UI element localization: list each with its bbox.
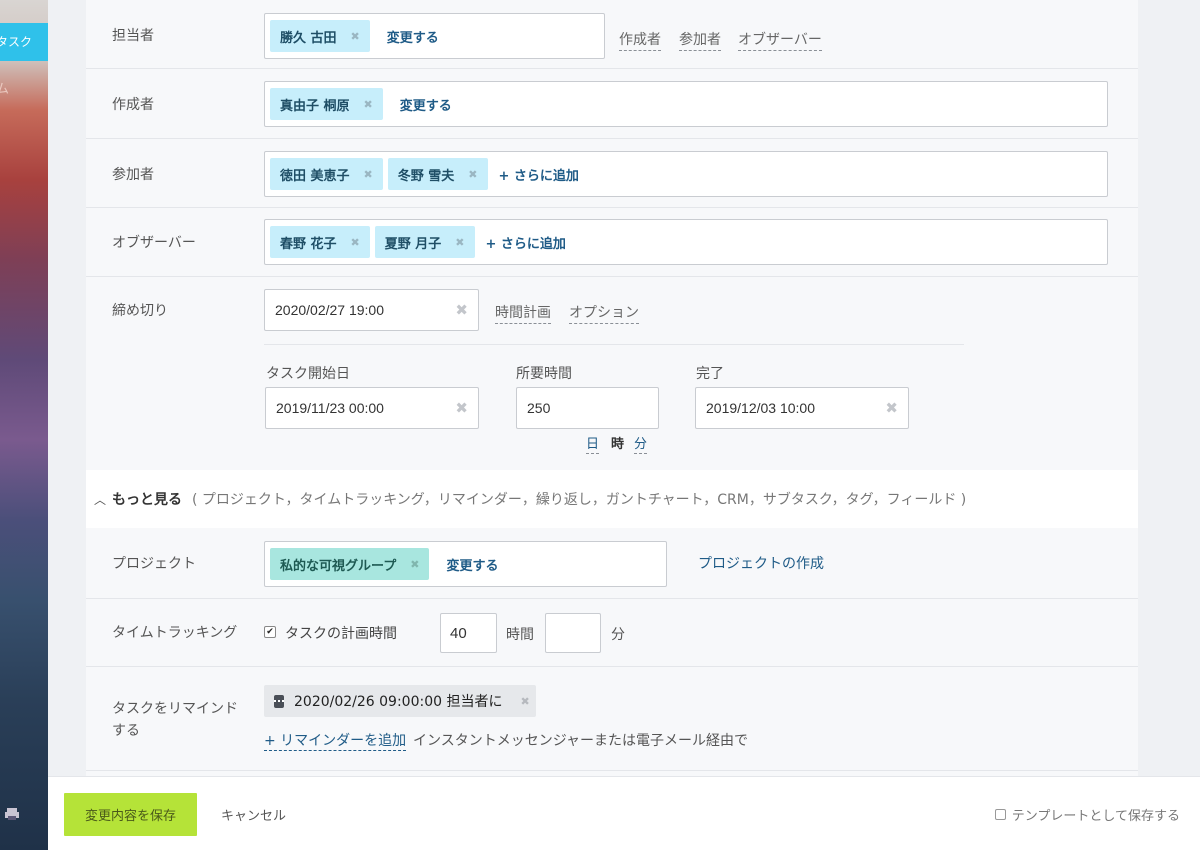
clear-icon[interactable]: ✖	[455, 399, 468, 417]
chevron-up-icon: ︿	[94, 492, 107, 507]
assignee-field[interactable]: 勝久 古田 ✖ 変更する	[264, 13, 605, 59]
divider	[86, 770, 1138, 771]
divider	[86, 207, 1138, 208]
divider	[86, 598, 1138, 599]
assignee-label: 担当者	[112, 28, 154, 44]
deadline-label: 締め切り	[112, 303, 168, 319]
add-observer-link[interactable]: オブザーバー	[738, 29, 822, 51]
printer-icon[interactable]	[4, 806, 20, 822]
form-footer: 変更内容を保存 キャンセル テンプレートとして保存する	[48, 776, 1200, 850]
creator-field[interactable]: 真由子 桐原 ✖ 変更する	[264, 81, 1108, 127]
create-project-link[interactable]: プロジェクトの作成	[698, 553, 824, 573]
sidebar-item-partial[interactable]: ム	[0, 78, 48, 97]
participant-chip[interactable]: 冬野 雪夫 ✖	[387, 158, 488, 190]
reminder-chip[interactable]: 2020/02/26 09:00:00 担当者に ✖	[264, 685, 536, 717]
save-as-template-option[interactable]: テンプレートとして保存する	[994, 805, 1180, 824]
divider	[86, 666, 1138, 667]
sidebar-item-tasks[interactable]: タスク	[0, 23, 48, 61]
change-creator-button[interactable]: 変更する	[388, 95, 464, 114]
deadline-value: 2020/02/27 19:00	[275, 302, 384, 318]
more-toggle[interactable]: ︿ もっと見る ( プロジェクト，タイムトラッキング，リマインダー，繰り返し，ガ…	[86, 470, 1138, 528]
sidebar-item-label: タスク	[0, 35, 33, 49]
hours-value: 40	[450, 624, 467, 642]
end-date-value: 2019/12/03 10:00	[706, 400, 815, 416]
project-field[interactable]: 私的な可視グループ ✖ 変更する	[264, 541, 667, 587]
project-chip[interactable]: 私的な可視グループ ✖	[270, 548, 430, 580]
time-planning-link[interactable]: 時間計画	[495, 302, 551, 324]
add-participant-button[interactable]: + さらに追加	[493, 165, 585, 184]
observer-chip[interactable]: 春野 花子 ✖	[270, 226, 370, 258]
change-assignee-button[interactable]: 変更する	[375, 27, 451, 46]
remove-icon[interactable]: ✖	[351, 30, 360, 43]
project-label: プロジェクト	[112, 556, 196, 572]
minutes-unit: 分	[611, 627, 625, 643]
remove-icon[interactable]: ✖	[364, 168, 373, 181]
task-form-panel: 担当者 勝久 古田 ✖ 変更する 作成者 参加者 オブザーバー 作成者 真由子 桐…	[86, 0, 1138, 780]
unit-minutes[interactable]: 分	[634, 433, 648, 454]
add-reminder-link[interactable]: + リマインダーを追加	[264, 730, 407, 751]
add-observer-button[interactable]: + さらに追加	[480, 233, 572, 252]
observers-label: オブザーバー	[112, 235, 196, 251]
clear-icon[interactable]: ✖	[885, 399, 898, 417]
creator-chip[interactable]: 真由子 桐原 ✖	[270, 88, 383, 120]
clear-icon[interactable]: ✖	[455, 301, 468, 319]
wallpaper-strip	[0, 0, 48, 850]
message-icon	[274, 694, 284, 708]
more-description: ( プロジェクト，タイムトラッキング，リマインダー，繰り返し，ガントチャート，C…	[192, 492, 967, 508]
end-date-label: 完了	[696, 366, 724, 382]
reminder-label: タスクをリマインド する	[112, 698, 238, 742]
remove-icon[interactable]: ✖	[520, 695, 529, 708]
remove-icon[interactable]: ✖	[410, 558, 419, 571]
task-edit-page: 担当者 勝久 古田 ✖ 変更する 作成者 参加者 オブザーバー 作成者 真由子 桐…	[48, 0, 1200, 850]
reminder-label-line: する	[112, 723, 140, 739]
options-link[interactable]: オプション	[569, 302, 639, 324]
change-project-button[interactable]: 変更する	[434, 555, 510, 574]
remove-icon[interactable]: ✖	[468, 168, 477, 181]
reminder-channel-note: インスタントメッセンジャーまたは電子メール経由で	[413, 733, 749, 749]
template-label: テンプレートとして保存する	[1011, 809, 1180, 824]
creator-label: 作成者	[112, 97, 154, 113]
participants-field[interactable]: 徳田 美恵子 ✖ 冬野 雪夫 ✖ + さらに追加	[264, 151, 1108, 197]
time-tracking-label: タイムトラッキング	[112, 625, 238, 641]
participants-label: 参加者	[112, 167, 154, 183]
hours-unit: 時間	[506, 627, 534, 643]
unit-days[interactable]: 日	[586, 433, 600, 454]
start-date-label: タスク開始日	[266, 366, 350, 382]
divider	[86, 138, 1138, 139]
observer-chip[interactable]: 夏野 月子 ✖	[374, 226, 475, 258]
add-participant-link[interactable]: 参加者	[679, 29, 721, 51]
divider	[86, 276, 1138, 277]
save-button[interactable]: 変更内容を保存	[64, 793, 197, 836]
remove-icon[interactable]: ✖	[364, 98, 373, 111]
reminder-label-line: タスクをリマインド	[112, 701, 238, 717]
end-date-input[interactable]: 2019/12/03 10:00 ✖	[695, 387, 909, 429]
add-creator-link[interactable]: 作成者	[619, 29, 661, 51]
cancel-button[interactable]: キャンセル	[221, 805, 286, 824]
participant-chip[interactable]: 徳田 美恵子 ✖	[270, 158, 383, 190]
duration-label: 所要時間	[516, 366, 572, 382]
sidebar-item-label: ム	[0, 82, 10, 97]
unit-hours[interactable]: 時	[611, 433, 624, 452]
remove-icon[interactable]: ✖	[455, 236, 464, 249]
hours-input[interactable]: 40	[440, 613, 497, 653]
planned-time-label: タスクの計画時間	[285, 626, 397, 642]
start-date-value: 2019/11/23 00:00	[276, 400, 384, 416]
divider	[86, 68, 1138, 69]
duration-value: 250	[527, 400, 551, 416]
reminder-text: 2020/02/26 09:00:00 担当者に	[294, 694, 503, 710]
minutes-input[interactable]	[545, 613, 601, 653]
remove-icon[interactable]: ✖	[351, 236, 360, 249]
assignee-chip[interactable]: 勝久 古田 ✖	[270, 20, 370, 52]
observers-field[interactable]: 春野 花子 ✖ 夏野 月子 ✖ + さらに追加	[264, 219, 1108, 265]
template-checkbox[interactable]	[994, 809, 1006, 820]
divider	[264, 344, 964, 345]
more-title: もっと見る	[112, 492, 183, 508]
planned-time-checkbox[interactable]: ✔	[264, 626, 276, 638]
deadline-input[interactable]: 2020/02/27 19:00 ✖	[264, 289, 479, 331]
start-date-input[interactable]: 2019/11/23 00:00 ✖	[265, 387, 479, 429]
duration-input[interactable]: 250	[516, 387, 659, 429]
